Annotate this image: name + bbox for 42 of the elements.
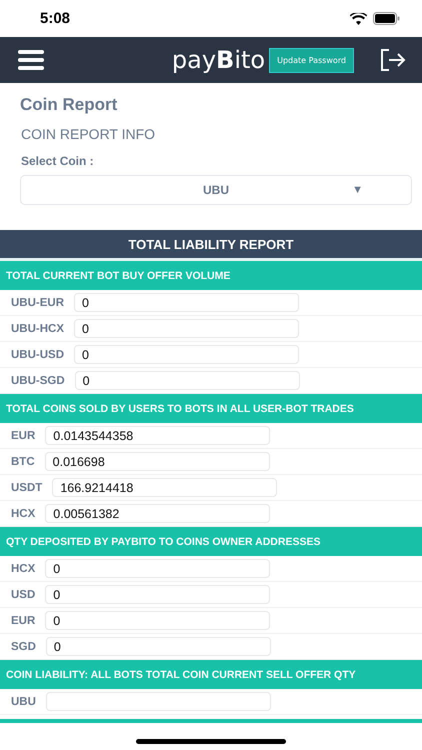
field-label: USD [11, 588, 36, 600]
dropdown-arrow-icon: ▼ [352, 184, 363, 196]
status-time: 5:08 [40, 10, 70, 27]
wifi-icon [350, 12, 367, 24]
section-header: TOTAL CURRENT BOT BUY OFFER VOLUME [0, 261, 422, 290]
value-field[interactable]: 0 [74, 345, 300, 364]
value-field[interactable]: 0 [45, 585, 270, 604]
section-header: TOTAL COINS SOLD BY USERS TO BOTS IN ALL USER-BOT TRADES [0, 394, 422, 423]
field-label: UBU-SGD [11, 374, 66, 386]
value-field[interactable]: 0.0143544358 [45, 426, 270, 445]
field-label: EUR [11, 614, 36, 626]
select-label: Select Coin : [21, 154, 95, 168]
field-label: EUR [11, 430, 36, 442]
value-field[interactable]: 0 [46, 637, 271, 656]
page-title: Coin Report [20, 95, 118, 115]
field-label: BTC [11, 456, 36, 468]
value-field[interactable]: 0.00561382 [45, 504, 270, 523]
value-field[interactable]: 0 [74, 293, 300, 312]
value-field[interactable]: 0.016698 [44, 452, 270, 471]
paybito-logo: payBito [172, 46, 266, 74]
logout-icon[interactable] [380, 49, 406, 71]
field-label: SGD [11, 640, 37, 652]
value-field[interactable] [46, 692, 271, 711]
field-label: HCX [11, 562, 36, 574]
value-field[interactable]: 0 [45, 611, 270, 630]
value-field[interactable]: 0 [74, 319, 300, 338]
field-label: UBU-EUR [11, 296, 66, 308]
field-label: HCX [11, 508, 36, 520]
value-field[interactable]: 166.9214418 [52, 478, 278, 497]
value-field[interactable]: 0 [45, 559, 270, 578]
field-label: USDT [11, 482, 44, 494]
section-header: COIN LIABILITY: ALL BOTS TOTAL COIN CURRENT SELL OFFER QTY [0, 660, 422, 689]
battery-icon [373, 12, 400, 25]
field-label: UBU-HCX [11, 322, 66, 334]
coin-select[interactable]: UBU ▼ [20, 175, 412, 205]
section-title: COIN REPORT INFO [21, 126, 156, 142]
section-header: QTY DEPOSITED BY PAYBITO TO COINS OWNER ADDRESSES [0, 527, 422, 556]
value-field[interactable]: 0 [74, 371, 300, 390]
field-label: UBU [11, 696, 37, 708]
report-header: TOTAL LIABILITY REPORT [0, 230, 422, 261]
field-label: UBU-USD [11, 348, 66, 360]
menu-icon[interactable] [18, 50, 44, 70]
